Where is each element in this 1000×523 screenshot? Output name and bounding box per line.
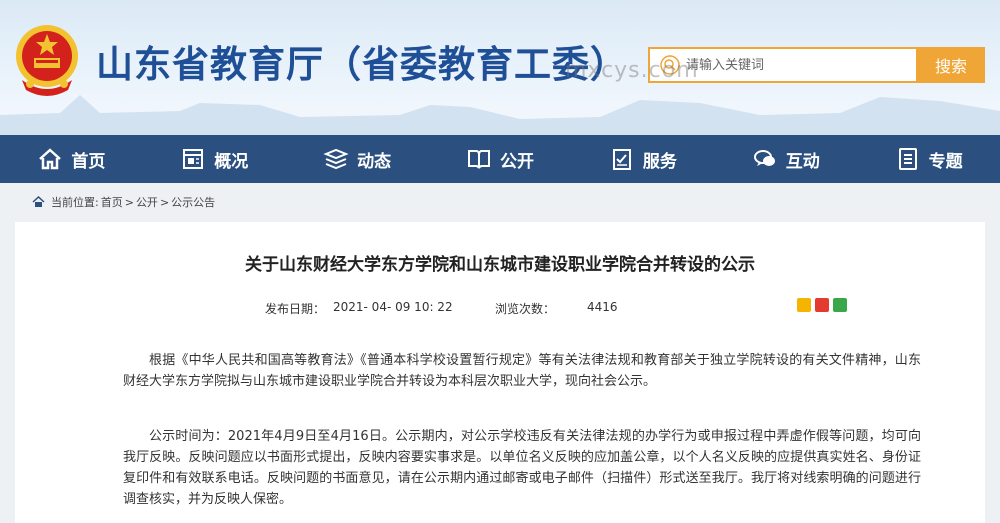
nav-item-label: 概况 bbox=[214, 151, 249, 172]
service-icon bbox=[612, 149, 631, 170]
breadcrumb-link-home[interactable]: 首页 bbox=[101, 194, 123, 210]
share-bar bbox=[797, 298, 847, 312]
nav-item-home[interactable]: 首页 bbox=[0, 135, 143, 183]
nav-item-label: 公开 bbox=[500, 151, 534, 172]
chat-icon bbox=[753, 150, 775, 166]
nav-item-overview[interactable]: 概况 bbox=[143, 135, 286, 183]
breadcrumb-separator: > bbox=[159, 195, 170, 209]
nav-item-label: 动态 bbox=[357, 151, 392, 172]
main-nav: 首页 概况 动态 公开 服务 互动 专题 bbox=[0, 135, 1000, 183]
article-title: 关于山东财经大学东方学院和山东城市建设职业学院合并转设的公示 bbox=[245, 255, 755, 275]
share-qzone-icon[interactable] bbox=[797, 298, 811, 312]
news-icon bbox=[323, 148, 349, 170]
national-emblem-icon bbox=[16, 25, 78, 96]
search-button[interactable]: 搜索 bbox=[917, 47, 985, 83]
breadcrumb-link-announcements[interactable]: 公示公告 bbox=[171, 194, 215, 210]
site-header: 山东省教育厅（省委教育工委） 搜索 mxcys.com bbox=[0, 0, 1000, 135]
publish-date-value: 2021- 04- 09 10: 22 bbox=[333, 300, 453, 314]
nav-item-label: 专题 bbox=[928, 151, 963, 172]
nav-item-topic[interactable]: 专题 bbox=[857, 135, 1000, 183]
article-panel: 关于山东财经大学东方学院和山东城市建设职业学院合并转设的公示 发布日期： 202… bbox=[15, 222, 985, 523]
share-weibo-icon[interactable] bbox=[815, 298, 829, 312]
nav-item-label: 互动 bbox=[785, 151, 820, 172]
view-count-value: 4416 bbox=[587, 300, 618, 314]
topic-icon bbox=[898, 148, 917, 170]
nav-item-label: 服务 bbox=[642, 151, 677, 172]
article-paragraph: 根据《中华人民共和国高等教育法》《普通本科学校设置暂行规定》等有关法律法规和教育… bbox=[123, 353, 921, 389]
watermark: mxcys.com bbox=[565, 58, 699, 83]
nav-item-service[interactable]: 服务 bbox=[571, 135, 714, 183]
book-icon bbox=[468, 150, 490, 169]
view-count-label: 浏览次数： bbox=[495, 302, 556, 316]
nav-item-open[interactable]: 公开 bbox=[429, 135, 572, 183]
nav-item-interact[interactable]: 互动 bbox=[714, 135, 857, 183]
home-icon bbox=[39, 148, 62, 170]
overview-icon bbox=[183, 149, 204, 169]
nav-item-label: 首页 bbox=[71, 151, 106, 172]
search-input[interactable] bbox=[686, 57, 886, 73]
publish-date-label: 发布日期： bbox=[265, 302, 326, 316]
breadcrumb-link-open[interactable]: 公开 bbox=[136, 194, 158, 210]
site-title: 山东省教育厅（省委教育工委） bbox=[96, 43, 628, 86]
breadcrumb-separator: > bbox=[124, 195, 134, 209]
breadcrumb-prefix: 当前位置: bbox=[51, 196, 99, 209]
breadcrumb: 当前位置: 首页 > 公开 > 公示公告 bbox=[32, 194, 217, 210]
breadcrumb-home-icon bbox=[32, 196, 45, 207]
nav-item-news[interactable]: 动态 bbox=[286, 135, 429, 183]
article-paragraph: 公示时间为：2021年4月9日至4月16日。公示期内，对公示学校违反有关法律法规… bbox=[123, 429, 921, 507]
share-wechat-icon[interactable] bbox=[833, 298, 847, 312]
